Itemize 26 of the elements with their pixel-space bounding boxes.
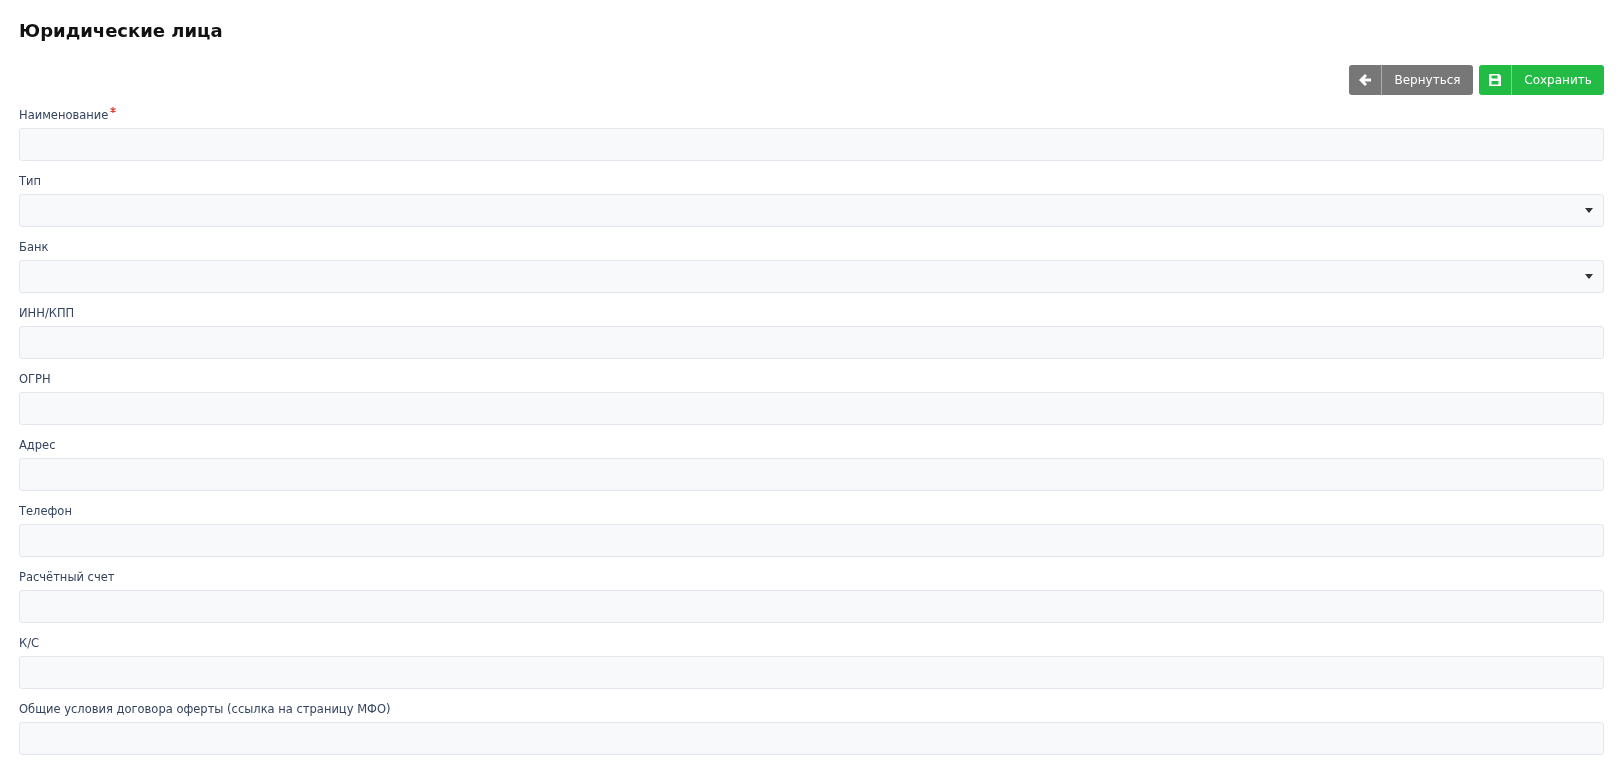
input-field[interactable] <box>19 128 1604 161</box>
arrow-left-icon <box>1358 73 1372 87</box>
field-label: Банк <box>19 239 49 256</box>
field-label: Общие условия договора оферты (ссылка на страницу МФО) <box>19 701 391 718</box>
select-field[interactable] <box>19 194 1604 227</box>
field-label: К/С <box>19 635 40 652</box>
caret-down-icon <box>1585 208 1593 213</box>
input-field[interactable] <box>19 392 1604 425</box>
page-title: Юридические лица <box>19 19 224 43</box>
field-label: Тип <box>19 173 42 190</box>
input-field[interactable] <box>19 656 1604 689</box>
input-field[interactable] <box>19 326 1604 359</box>
input-field[interactable] <box>19 590 1604 623</box>
input-field[interactable] <box>19 722 1604 755</box>
select-field[interactable] <box>19 260 1604 293</box>
back-button[interactable]: Вернуться <box>1349 65 1473 95</box>
save-button[interactable]: Сохранить <box>1479 65 1604 95</box>
input-field[interactable] <box>19 458 1604 491</box>
field-label: ИНН/КПП <box>19 305 75 322</box>
field-label: ОГРН <box>19 371 51 388</box>
field-label: Наименование <box>19 107 109 124</box>
field-label: Телефон <box>19 503 72 520</box>
input-field[interactable] <box>19 524 1604 557</box>
field-label: Адрес <box>19 437 56 454</box>
caret-down-icon <box>1585 274 1593 279</box>
field-label: Расчётный счет <box>19 569 115 586</box>
